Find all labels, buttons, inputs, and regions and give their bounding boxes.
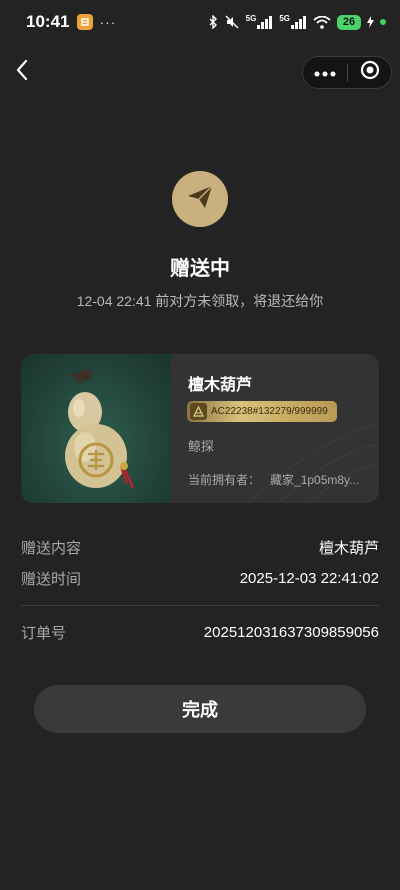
recording-indicator-icon <box>380 19 386 25</box>
network-type-label: 5G <box>279 13 290 23</box>
order-number-value: 20251203163730985905​6 <box>203 624 379 641</box>
detail-row-time: 赠送时间 2025-12-03 22:41:02 <box>21 568 379 589</box>
mute-icon <box>224 15 240 29</box>
owner-info: 当前拥有者： 藏家_1p05m8y... <box>188 471 374 488</box>
gift-time-label: 赠送时间 <box>21 571 82 588</box>
item-thumbnail <box>21 354 171 503</box>
page-title: 赠送中 <box>170 258 230 280</box>
item-name: 檀木葫芦 <box>188 377 253 394</box>
detail-row-content: 赠送内容 檀木葫芦 <box>21 537 379 558</box>
expiry-notice: 12-04 22:41 前对方未领取，将退还给你 <box>76 293 324 309</box>
serial-number: AC22238#132279/999999 <box>211 406 328 417</box>
app-notification-icon <box>77 14 94 30</box>
paper-plane-icon <box>187 185 213 214</box>
issuer-logo-icon <box>190 403 207 420</box>
item-card[interactable]: 檀木葫芦 AC22238#132279/999999 鲸探 当前拥有者： 藏家_1… <box>21 354 379 503</box>
target-circle-icon <box>360 60 380 85</box>
battery-icon: 26 <box>337 14 361 30</box>
signal-icon: 5G <box>279 13 307 29</box>
network-type-label: 5G <box>245 13 257 23</box>
status-bar: 10:41 ··· 5G 5G 26 <box>0 0 400 44</box>
status-time: 10:41 <box>26 12 70 31</box>
more-button[interactable] <box>303 57 347 88</box>
status-more-dots: ··· <box>99 14 117 30</box>
mini-program-capsule <box>302 56 392 89</box>
gift-time-value: 2025-12-03 22:41:02 <box>239 570 379 587</box>
owner-label: 当前拥有者： <box>188 473 261 487</box>
details-divider <box>21 605 379 606</box>
order-number-label: 订单号 <box>21 625 67 642</box>
gourd-image <box>65 368 135 489</box>
bluetooth-icon <box>208 15 218 29</box>
charging-icon <box>367 16 374 28</box>
close-mini-program-button[interactable] <box>348 57 391 88</box>
send-status-icon <box>172 171 228 227</box>
gift-content-label: 赠送内容 <box>21 540 82 557</box>
gift-content-value: 檀木葫芦 <box>318 540 379 557</box>
status-icons: 5G 5G 26 <box>208 13 386 30</box>
more-dots-icon <box>314 64 336 82</box>
detail-row-order: 订单号 20251203163730985905​6 <box>21 622 379 643</box>
signal-icon: 5G <box>245 13 274 29</box>
wifi-icon <box>313 15 331 29</box>
done-button[interactable]: 完成 <box>34 685 366 733</box>
issuer-name: 鲸探 <box>188 439 215 454</box>
back-button[interactable] <box>10 58 34 86</box>
serial-badge: AC22238#132279/999999 <box>187 401 337 422</box>
chevron-left-icon <box>15 59 29 86</box>
owner-value: 藏家_1p05m8y... <box>270 473 360 487</box>
